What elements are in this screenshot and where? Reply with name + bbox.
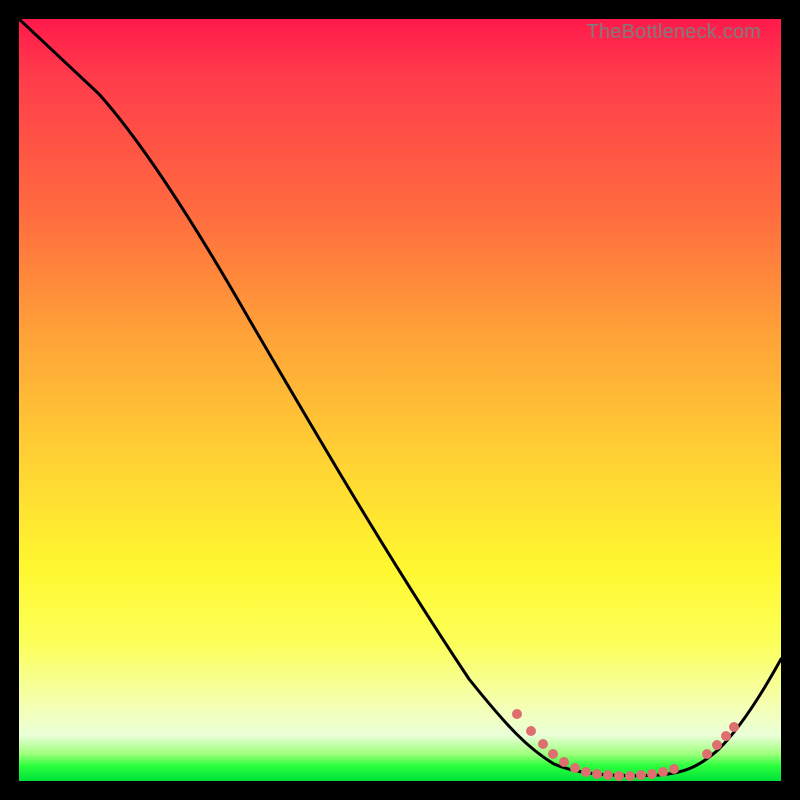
plot-area: TheBottleneck.com [19, 19, 781, 781]
curve-path [19, 19, 781, 776]
valley-markers [512, 709, 739, 781]
bottleneck-curve [19, 19, 781, 781]
watermark-text: TheBottleneck.com [586, 21, 761, 44]
chart-frame: TheBottleneck.com [0, 0, 800, 800]
